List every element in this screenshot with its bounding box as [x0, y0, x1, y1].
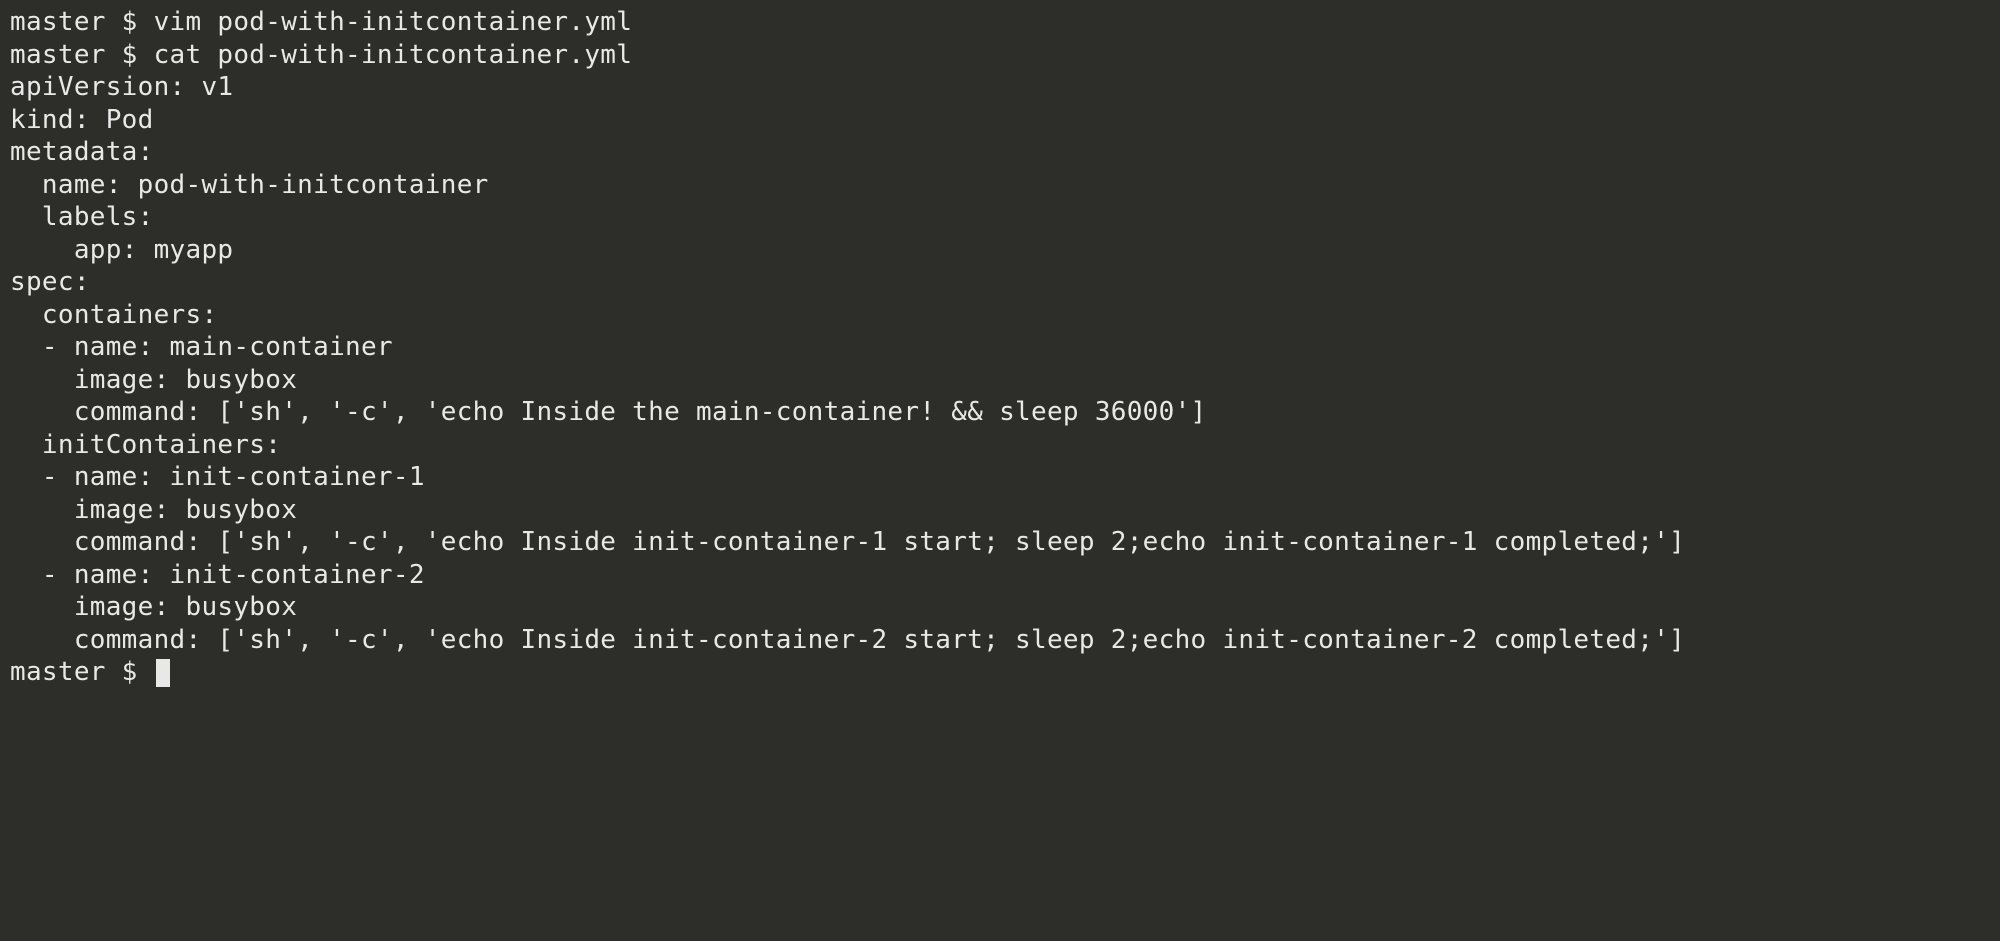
terminal-output-line: spec: [10, 266, 1990, 299]
terminal-output-line: command: ['sh', '-c', 'echo Inside the m… [10, 396, 1990, 429]
terminal-output-line: app: myapp [10, 234, 1990, 267]
terminal-output-line: image: busybox [10, 364, 1990, 397]
terminal-cursor [156, 659, 170, 687]
terminal-output-line: command: ['sh', '-c', 'echo Inside init-… [10, 526, 1990, 559]
terminal-line-prompt-vim: master $ vim pod-with-initcontainer.yml [10, 6, 1990, 39]
terminal-line-prompt-cat: master $ cat pod-with-initcontainer.yml [10, 39, 1990, 72]
terminal-output-line: containers: [10, 299, 1990, 332]
terminal-line-prompt-active[interactable]: master $ [10, 656, 1990, 689]
terminal-output-line: - name: init-container-2 [10, 559, 1990, 592]
terminal-output-line: - name: init-container-1 [10, 461, 1990, 494]
terminal-output-line: kind: Pod [10, 104, 1990, 137]
terminal-output-line: apiVersion: v1 [10, 71, 1990, 104]
prompt-text: master $ [10, 657, 154, 687]
terminal-output-line: image: busybox [10, 494, 1990, 527]
terminal-output-line: metadata: [10, 136, 1990, 169]
terminal-output-line: initContainers: [10, 429, 1990, 462]
terminal-output-line: image: busybox [10, 591, 1990, 624]
terminal-output-line: - name: main-container [10, 331, 1990, 364]
terminal-output-line: labels: [10, 201, 1990, 234]
terminal-window[interactable]: master $ vim pod-with-initcontainer.yml … [10, 6, 1990, 689]
terminal-output-line: name: pod-with-initcontainer [10, 169, 1990, 202]
terminal-output-line: command: ['sh', '-c', 'echo Inside init-… [10, 624, 1990, 657]
